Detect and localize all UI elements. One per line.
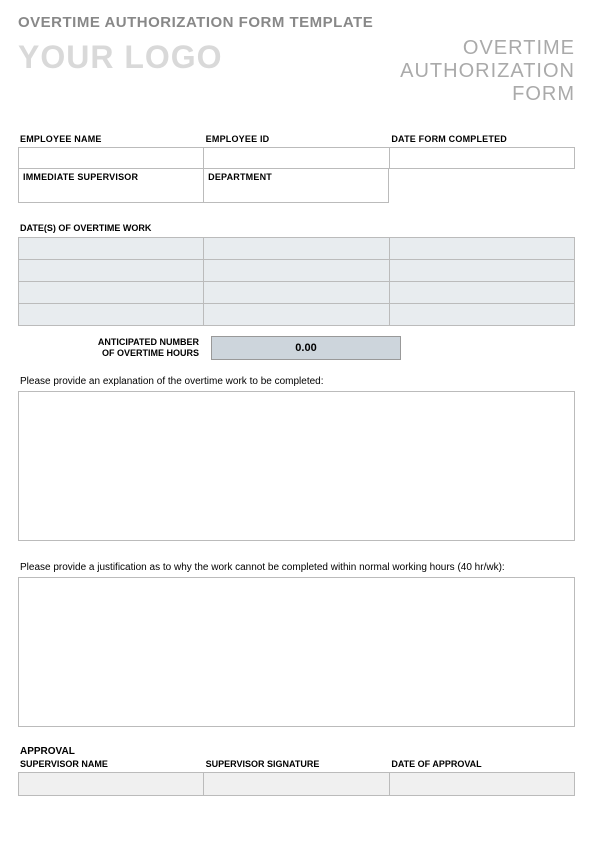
approval-date-label: DATE OF APPROVAL <box>389 759 575 772</box>
date-cell[interactable] <box>19 238 204 260</box>
employee-name-label: EMPLOYEE NAME <box>18 134 204 147</box>
approval-supervisor-sig-cell[interactable] <box>203 772 389 796</box>
anticipated-label-l2: OF OVERTIME HOURS <box>102 348 199 358</box>
date-cell[interactable] <box>19 260 204 282</box>
dates-label: DATE(S) OF OVERTIME WORK <box>20 223 575 233</box>
explanation-prompt: Please provide an explanation of the ove… <box>20 376 575 387</box>
form-title-line3: FORM <box>512 83 575 105</box>
employee-id-label: EMPLOYEE ID <box>204 134 390 147</box>
header-row: YOUR LOGO OVERTIME AUTHORIZATION FORM <box>18 37 575 106</box>
anticipated-label: ANTICIPATED NUMBER OF OVERTIME HOURS <box>18 337 203 359</box>
anticipated-row: ANTICIPATED NUMBER OF OVERTIME HOURS 0.0… <box>18 336 575 360</box>
form-title: OVERTIME AUTHORIZATION FORM <box>400 37 575 106</box>
dates-table <box>18 237 575 326</box>
date-cell[interactable] <box>204 282 389 304</box>
supervisor-input[interactable] <box>19 182 203 202</box>
form-title-line2: AUTHORIZATION <box>400 60 575 82</box>
date-cell[interactable] <box>389 304 574 326</box>
date-cell[interactable] <box>204 260 389 282</box>
supervisor-label: IMMEDIATE SUPERVISOR <box>19 169 203 182</box>
form-title-line1: OVERTIME <box>463 37 575 59</box>
approval-supervisor-name-cell[interactable] <box>18 772 204 796</box>
date-cell[interactable] <box>19 304 204 326</box>
approval-supervisor-sig-label: SUPERVISOR SIGNATURE <box>204 759 390 772</box>
approval-heading: APPROVAL <box>20 746 575 757</box>
anticipated-label-l1: ANTICIPATED NUMBER <box>98 337 199 347</box>
date-cell[interactable] <box>204 238 389 260</box>
department-label: DEPARTMENT <box>204 169 388 182</box>
page-title: OVERTIME AUTHORIZATION FORM TEMPLATE <box>18 14 575 31</box>
date-cell[interactable] <box>389 282 574 304</box>
date-cell[interactable] <box>204 304 389 326</box>
logo-placeholder: YOUR LOGO <box>18 37 223 73</box>
justification-textarea[interactable] <box>18 577 575 727</box>
approval-date-cell[interactable] <box>389 772 575 796</box>
date-cell[interactable] <box>389 260 574 282</box>
explanation-textarea[interactable] <box>18 391 575 541</box>
date-completed-label: DATE FORM COMPLETED <box>389 134 575 147</box>
department-input[interactable] <box>204 182 388 202</box>
employee-name-input[interactable] <box>19 148 203 168</box>
date-cell[interactable] <box>389 238 574 260</box>
justification-prompt: Please provide a justification as to why… <box>20 562 575 573</box>
approval-supervisor-name-label: SUPERVISOR NAME <box>18 759 204 772</box>
employee-id-input[interactable] <box>204 148 388 168</box>
date-completed-input[interactable] <box>390 148 574 168</box>
date-cell[interactable] <box>19 282 204 304</box>
anticipated-hours-value[interactable]: 0.00 <box>211 336 401 360</box>
